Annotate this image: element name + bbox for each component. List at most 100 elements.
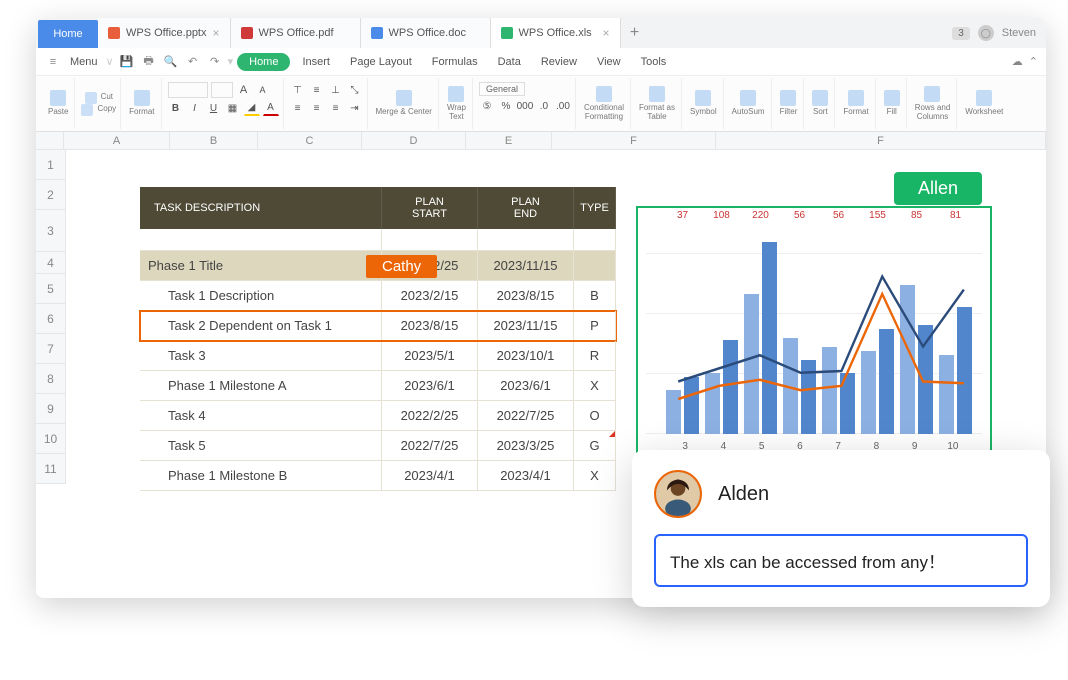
- align-center-icon[interactable]: ≡: [309, 100, 325, 116]
- user-avatar-icon[interactable]: ◯: [978, 25, 994, 41]
- row-header[interactable]: 2: [36, 180, 66, 210]
- cell-end[interactable]: 2022/7/25: [478, 401, 574, 430]
- cell-type[interactable]: G: [574, 431, 616, 460]
- cell-type[interactable]: P: [574, 311, 616, 340]
- font-select[interactable]: [168, 82, 208, 98]
- row-header[interactable]: 7: [36, 334, 66, 364]
- align-right-icon[interactable]: ≡: [328, 100, 344, 116]
- close-icon[interactable]: ×: [603, 26, 610, 40]
- cell-start[interactable]: 2023/4/1: [382, 461, 478, 490]
- format-painter-button[interactable]: Format: [123, 78, 161, 129]
- cell-desc[interactable]: Task 1 Description: [140, 281, 382, 310]
- doc-tab-pptx[interactable]: WPS Office.pptx ×: [98, 18, 231, 48]
- cell-start[interactable]: 2022/7/25: [382, 431, 478, 460]
- comment-input[interactable]: The xls can be accessed from any！: [654, 534, 1028, 587]
- decimal-dec-icon[interactable]: .00: [555, 98, 571, 114]
- cell-start[interactable]: 2023/6/1: [382, 371, 478, 400]
- symbol-button[interactable]: Symbol: [684, 78, 724, 129]
- doc-tab-doc[interactable]: WPS Office.doc: [361, 18, 491, 48]
- row-header[interactable]: 11: [36, 454, 66, 484]
- bold-button[interactable]: B: [168, 100, 184, 116]
- select-all-corner[interactable]: [36, 132, 64, 149]
- italic-button[interactable]: I: [187, 100, 203, 116]
- row-header[interactable]: 5: [36, 274, 66, 304]
- table-row[interactable]: [140, 229, 616, 251]
- menu-insert[interactable]: Insert: [294, 54, 338, 70]
- percent-icon[interactable]: %: [498, 98, 514, 114]
- worksheet-button[interactable]: Worksheet: [959, 78, 1009, 129]
- border-button[interactable]: ▦: [225, 100, 241, 116]
- autosum-button[interactable]: AutoSum: [726, 78, 772, 129]
- decimal-inc-icon[interactable]: .0: [536, 98, 552, 114]
- menu-view[interactable]: View: [589, 54, 629, 70]
- cell-desc[interactable]: Task 4: [140, 401, 382, 430]
- col-header-e[interactable]: E: [466, 132, 552, 149]
- number-format-select[interactable]: General: [479, 82, 525, 96]
- table-row[interactable]: Phase 1 Milestone A2023/6/12023/6/1X: [140, 371, 616, 401]
- col-header-d[interactable]: D: [362, 132, 466, 149]
- row-header[interactable]: 10: [36, 424, 66, 454]
- table-row[interactable]: Task 2 Dependent on Task 12023/8/152023/…: [140, 311, 616, 341]
- font-grow-icon[interactable]: A: [236, 82, 252, 98]
- cell-end[interactable]: 2023/4/1: [478, 461, 574, 490]
- cell-type[interactable]: R: [574, 341, 616, 370]
- menu-tools[interactable]: Tools: [633, 54, 675, 70]
- menu-home[interactable]: Home: [237, 53, 290, 71]
- cell-type[interactable]: X: [574, 371, 616, 400]
- cell-end[interactable]: 2023/11/15: [478, 311, 574, 340]
- new-tab-button[interactable]: +: [621, 18, 649, 48]
- cell-desc[interactable]: Task 5: [140, 431, 382, 460]
- cell-desc[interactable]: Task 3: [140, 341, 382, 370]
- menu-review[interactable]: Review: [533, 54, 585, 70]
- cell-type[interactable]: X: [574, 461, 616, 490]
- cell-end[interactable]: 2023/10/1: [478, 341, 574, 370]
- collapse-ribbon-icon[interactable]: ⌃: [1029, 55, 1038, 68]
- preview-icon[interactable]: 🔍: [162, 53, 180, 71]
- font-color-button[interactable]: A: [263, 100, 279, 116]
- indent-icon[interactable]: ⇥: [347, 100, 363, 116]
- tab-home[interactable]: Home: [38, 20, 98, 48]
- user-name[interactable]: Steven: [1002, 27, 1036, 39]
- table-row[interactable]: Task 1 Description2023/2/152023/8/15B: [140, 281, 616, 311]
- currency-icon[interactable]: ⑤: [479, 98, 495, 114]
- format-button[interactable]: Format: [837, 78, 875, 129]
- wrap-text-button[interactable]: Wrap Text: [441, 78, 473, 129]
- collaborator-count[interactable]: 3: [952, 27, 970, 40]
- share-icon[interactable]: ☁: [1012, 55, 1023, 68]
- row-header[interactable]: 1: [36, 150, 66, 180]
- filter-button[interactable]: Filter: [774, 78, 805, 129]
- col-header-f2[interactable]: F: [716, 132, 1046, 149]
- sort-button[interactable]: Sort: [806, 78, 835, 129]
- save-icon[interactable]: 💾: [118, 53, 136, 71]
- cell-desc[interactable]: Phase 1 Milestone A: [140, 371, 382, 400]
- cell-end[interactable]: 2023/8/15: [478, 281, 574, 310]
- cell-desc[interactable]: Phase 1 Milestone B: [140, 461, 382, 490]
- cell-type[interactable]: B: [574, 281, 616, 310]
- align-middle-icon[interactable]: ≡: [309, 82, 325, 98]
- format-table-button[interactable]: Format as Table: [633, 78, 682, 129]
- cell-end[interactable]: 2023/3/25: [478, 431, 574, 460]
- align-top-icon[interactable]: ⊤: [290, 82, 306, 98]
- font-size[interactable]: [211, 82, 233, 98]
- cell-type[interactable]: [574, 251, 616, 280]
- merge-center-button[interactable]: Merge & Center: [370, 78, 439, 129]
- cell-type[interactable]: O: [574, 401, 616, 430]
- align-bottom-icon[interactable]: ⊥: [328, 82, 344, 98]
- underline-button[interactable]: U: [206, 100, 222, 116]
- cell-start[interactable]: 2023/8/15: [382, 311, 478, 340]
- comma-icon[interactable]: 000: [517, 98, 533, 114]
- table-row[interactable]: Phase 1 Milestone B2023/4/12023/4/1X: [140, 461, 616, 491]
- fill-color-button[interactable]: ◢: [244, 100, 260, 116]
- align-left-icon[interactable]: ≡: [290, 100, 306, 116]
- fill-button[interactable]: Fill: [878, 78, 907, 129]
- col-header-f[interactable]: F: [552, 132, 716, 149]
- cut-button[interactable]: Cut: [85, 92, 113, 104]
- table-row[interactable]: Task 52022/7/252023/3/25G: [140, 431, 616, 461]
- col-header-a[interactable]: A: [64, 132, 170, 149]
- redo-icon[interactable]: ↷: [206, 53, 224, 71]
- col-header-c[interactable]: C: [258, 132, 362, 149]
- menu-label[interactable]: Menu: [66, 54, 102, 70]
- cell-start[interactable]: 2023/5/1: [382, 341, 478, 370]
- row-header[interactable]: 6: [36, 304, 66, 334]
- cell-start[interactable]: 2022/2/25: [382, 401, 478, 430]
